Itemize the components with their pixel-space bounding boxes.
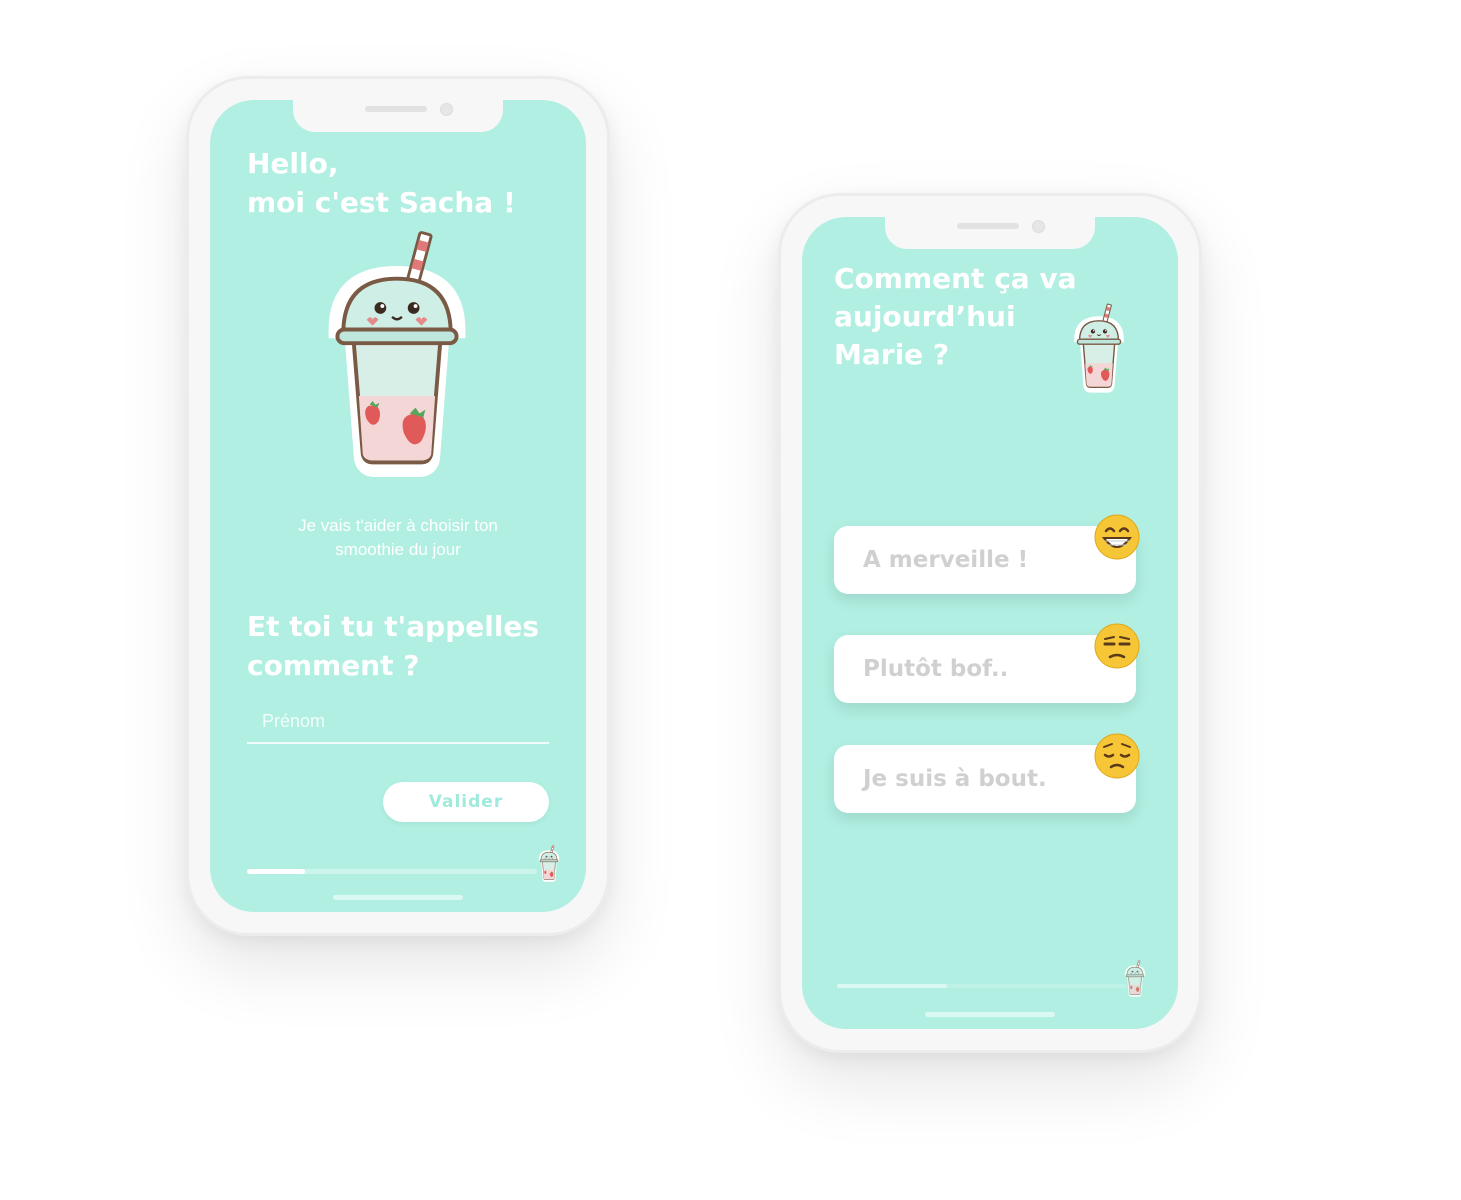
- onboarding-progress-bar: [247, 869, 537, 874]
- volume-down-button: [775, 454, 780, 514]
- pensive-emoji-icon: [1094, 733, 1140, 779]
- greeting-title: Hello, moi c'est Sacha !: [247, 147, 516, 219]
- mood-choice-great[interactable]: A merveille !: [834, 514, 1140, 594]
- power-button: [1200, 394, 1205, 489]
- mood-choice-exhausted[interactable]: Je suis à bout.: [834, 733, 1140, 813]
- mood-question: Comment ça va aujourd’hui Marie ?: [834, 262, 1077, 371]
- phone-frame-welcome: Hello, moi c'est Sacha ! Je vais t'aider…: [183, 76, 613, 936]
- mood-screen: Comment ça va aujourd’hui Marie ? A merv…: [802, 217, 1178, 1029]
- notch: [293, 100, 503, 132]
- progress-fill: [837, 984, 948, 988]
- mini-smoothie-cup-icon: [1124, 959, 1146, 997]
- speaker: [957, 223, 1019, 229]
- welcome-screen: Hello, moi c'est Sacha ! Je vais t'aider…: [210, 100, 586, 912]
- front-camera: [440, 103, 453, 116]
- notch: [885, 217, 1095, 249]
- mute-switch: [775, 314, 780, 344]
- power-button: [608, 277, 613, 372]
- progress-fill: [247, 869, 305, 874]
- front-camera: [1032, 220, 1045, 233]
- home-indicator: [925, 1012, 1055, 1017]
- volume-down-button: [183, 337, 188, 397]
- volume-up-button: [775, 374, 780, 434]
- mood-progress-bar: [837, 984, 1127, 988]
- mute-switch: [183, 197, 188, 227]
- strawberry-smoothie-cup-icon: [1072, 301, 1126, 393]
- choice-label: A merveille !: [863, 547, 1029, 573]
- mood-choice-meh[interactable]: Plutôt bof..: [834, 623, 1140, 703]
- home-indicator: [333, 895, 463, 900]
- choice-label: Je suis à bout.: [863, 766, 1047, 792]
- phone-frame-mood: Comment ça va aujourd’hui Marie ? A merv…: [775, 193, 1205, 1053]
- validate-button[interactable]: Valider: [383, 782, 549, 822]
- volume-up-button: [183, 257, 188, 317]
- first-name-input[interactable]: [247, 700, 549, 744]
- choice-label: Plutôt bof..: [863, 656, 1009, 682]
- mini-smoothie-cup-icon: [538, 844, 560, 882]
- grinning-emoji-icon: [1094, 514, 1140, 560]
- unamused-emoji-icon: [1094, 623, 1140, 669]
- intro-text: Je vais t'aider à choisir ton smoothie d…: [298, 516, 498, 559]
- strawberry-smoothie-cup-icon: [318, 224, 476, 478]
- speaker: [365, 106, 427, 112]
- name-question: Et toi tu t'appelles comment ?: [247, 610, 540, 682]
